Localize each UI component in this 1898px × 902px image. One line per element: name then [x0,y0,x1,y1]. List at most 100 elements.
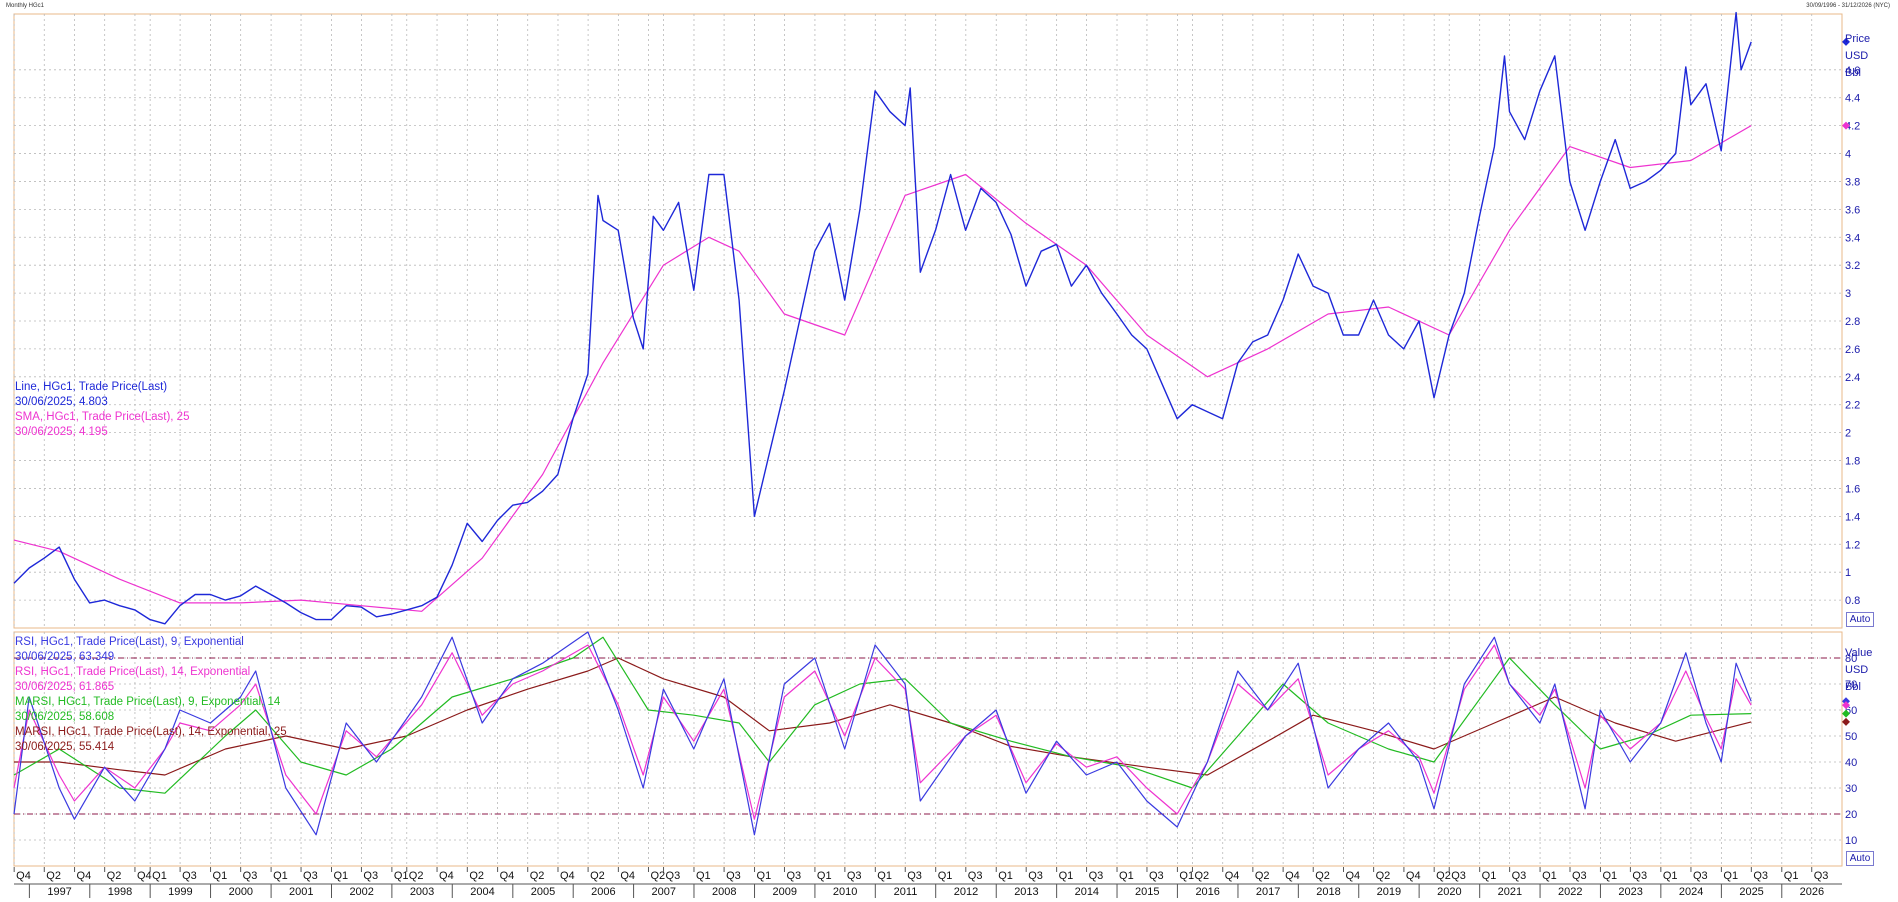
quarter-label: Q2 [1436,870,1451,882]
year-label: 2024 [1679,886,1703,898]
price-legend: Line, HGc1, Trade Price(Last) 30/06/2025,… [15,380,189,440]
year-label: 2000 [229,886,253,898]
quarter-label: Q4 [1346,870,1361,882]
price-unit-labels: Price USD Bbl [1845,31,1870,82]
price-line [13,11,1752,625]
year-label: 1999 [168,886,192,898]
quarter-label: Q3 [1632,870,1647,882]
price-panel-frame [13,13,1843,629]
year-label: 2004 [470,886,494,898]
quarter-label: Q1 [333,870,348,882]
quarter-label: Q1 [1723,870,1738,882]
price-auto-scale-button[interactable]: Auto [1846,612,1874,627]
price-tick-label: 3.6 [1845,204,1860,216]
quarter-label: Q3 [363,870,378,882]
oscillator-legend-line-1: 30/06/2025, 63.349 [15,651,115,663]
price-tick-label: 0.8 [1845,595,1860,607]
quarter-label: Q4 [1285,870,1300,882]
quarter-label: Q2 [1376,870,1391,882]
quarter-label: Q3 [1814,870,1829,882]
quarter-label: Q1 [1059,870,1074,882]
unit-usd: USD [1845,50,1869,62]
year-label: 2009 [772,886,796,898]
quarter-label: Q1 [1663,870,1678,882]
quarter-label: Q2 [530,870,545,882]
year-label: 2017 [1256,886,1280,898]
oscillator-tick-label: 10 [1845,835,1857,847]
quarter-label: Q3 [726,870,741,882]
quarter-label: Q2 [1315,870,1330,882]
price-tick-label: 2.4 [1845,372,1860,384]
quarter-label: Q1 [877,870,892,882]
year-label: 2007 [652,886,676,898]
year-label: 2005 [531,886,555,898]
year-label: 2015 [1135,886,1159,898]
quarter-label: Q3 [243,870,258,882]
quarter-label: Q4 [1406,870,1421,882]
quarter-label: Q4 [620,870,635,882]
oscillator-legend-line-5: 30/06/2025, 58.608 [15,711,115,723]
price-tick-label: 1.4 [1845,511,1860,523]
year-label: 2025 [1739,886,1763,898]
price-tick-label: 3.8 [1845,176,1860,188]
quarter-label: Q1 [1482,870,1497,882]
oscillator-legend-line-3: 30/06/2025, 61.865 [15,681,115,693]
quarter-label: Q3 [786,870,801,882]
quarter-label: Q1 [938,870,953,882]
year-label: 2021 [1498,886,1522,898]
oscillator-last-marker-3 [1842,717,1850,726]
quarter-label: Q3 [847,870,862,882]
oscillator-unit-labels: Value USD Bbl [1845,645,1872,696]
unit-usd-osc: USD [1845,664,1869,676]
price-tick-label: 1.2 [1845,539,1860,551]
price-tick-label: 2.6 [1845,344,1860,356]
quarter-label: Q1 [757,870,772,882]
quarter-label: Q3 [968,870,983,882]
oscillator-legend: RSI, HGc1, Trade Price(Last), 9, Exponen… [15,635,287,755]
quarter-label: Q4 [137,870,152,882]
quarter-label: Q3 [303,870,318,882]
quarter-label: Q1 [1179,870,1194,882]
price-tick-label: 3 [1845,288,1851,300]
unit-price: Price [1845,33,1871,45]
quarter-label: Q2 [107,870,122,882]
quarter-label: Q4 [439,870,454,882]
year-label: 2006 [591,886,615,898]
quarter-label: Q1 [273,870,288,882]
year-label: 2003 [410,886,434,898]
x-axis: Q4 Q2 Q4 Q2 Q4 Q1 Q3 Q1 Q3 Q1 Q3 Q1 Q3 Q1 Q2 Q4 Q2 Q4 Q2 Q4… [13,867,1842,898]
year-label: 2002 [349,886,373,898]
unit-bbl-osc: Bbl [1845,681,1861,693]
quarter-label: Q3 [1693,870,1708,882]
oscillator-legend-line-7: 30/06/2025, 55.414 [15,741,115,753]
quarter-label: Q3 [1089,870,1104,882]
price-legend-line-0: Line, HGc1, Trade Price(Last) [15,381,168,393]
price-tick-label: 2 [1845,428,1851,440]
year-label: 2016 [1195,886,1219,898]
quarter-label: Q2 [1255,870,1270,882]
oscillator-legend-line-2: RSI, HGc1, Trade Price(Last), 14, Expone… [15,666,251,678]
price-tick-label: 2.8 [1845,316,1860,328]
chart-canvas[interactable]: 0.8 1 1.2 1.4 1.6 1.8 2 2.2 2.4 2.6 2.8 3 3.2 3.4 3.6 3… [0,0,1898,902]
unit-value: Value [1845,647,1873,659]
quarter-label: Q1 [1119,870,1134,882]
price-tick-label: 2.2 [1845,400,1860,412]
year-label: 2018 [1316,886,1340,898]
oscillator-auto-scale-button[interactable]: Auto [1846,851,1874,866]
year-label: 2020 [1437,886,1461,898]
year-label: 2013 [1014,886,1038,898]
quarter-label: Q2 [409,870,424,882]
quarter-label: Q4 [1225,870,1240,882]
quarter-label: Q1 [1602,870,1617,882]
quarter-label: Q1 [817,870,832,882]
quarter-label: Q3 [182,870,197,882]
quarter-label: Q4 [77,870,92,882]
price-legend-line-3: 30/06/2025, 4.195 [15,426,108,438]
year-label: 2023 [1618,886,1642,898]
oscillator-legend-line-0: RSI, HGc1, Trade Price(Last), 9, Exponen… [15,636,244,648]
price-tick-label: 1 [1845,567,1851,579]
oscillator-panel-frame [13,631,1843,867]
quarter-label: Q3 [1753,870,1768,882]
quarter-label: Q3 [666,870,681,882]
year-label: 2010 [833,886,857,898]
